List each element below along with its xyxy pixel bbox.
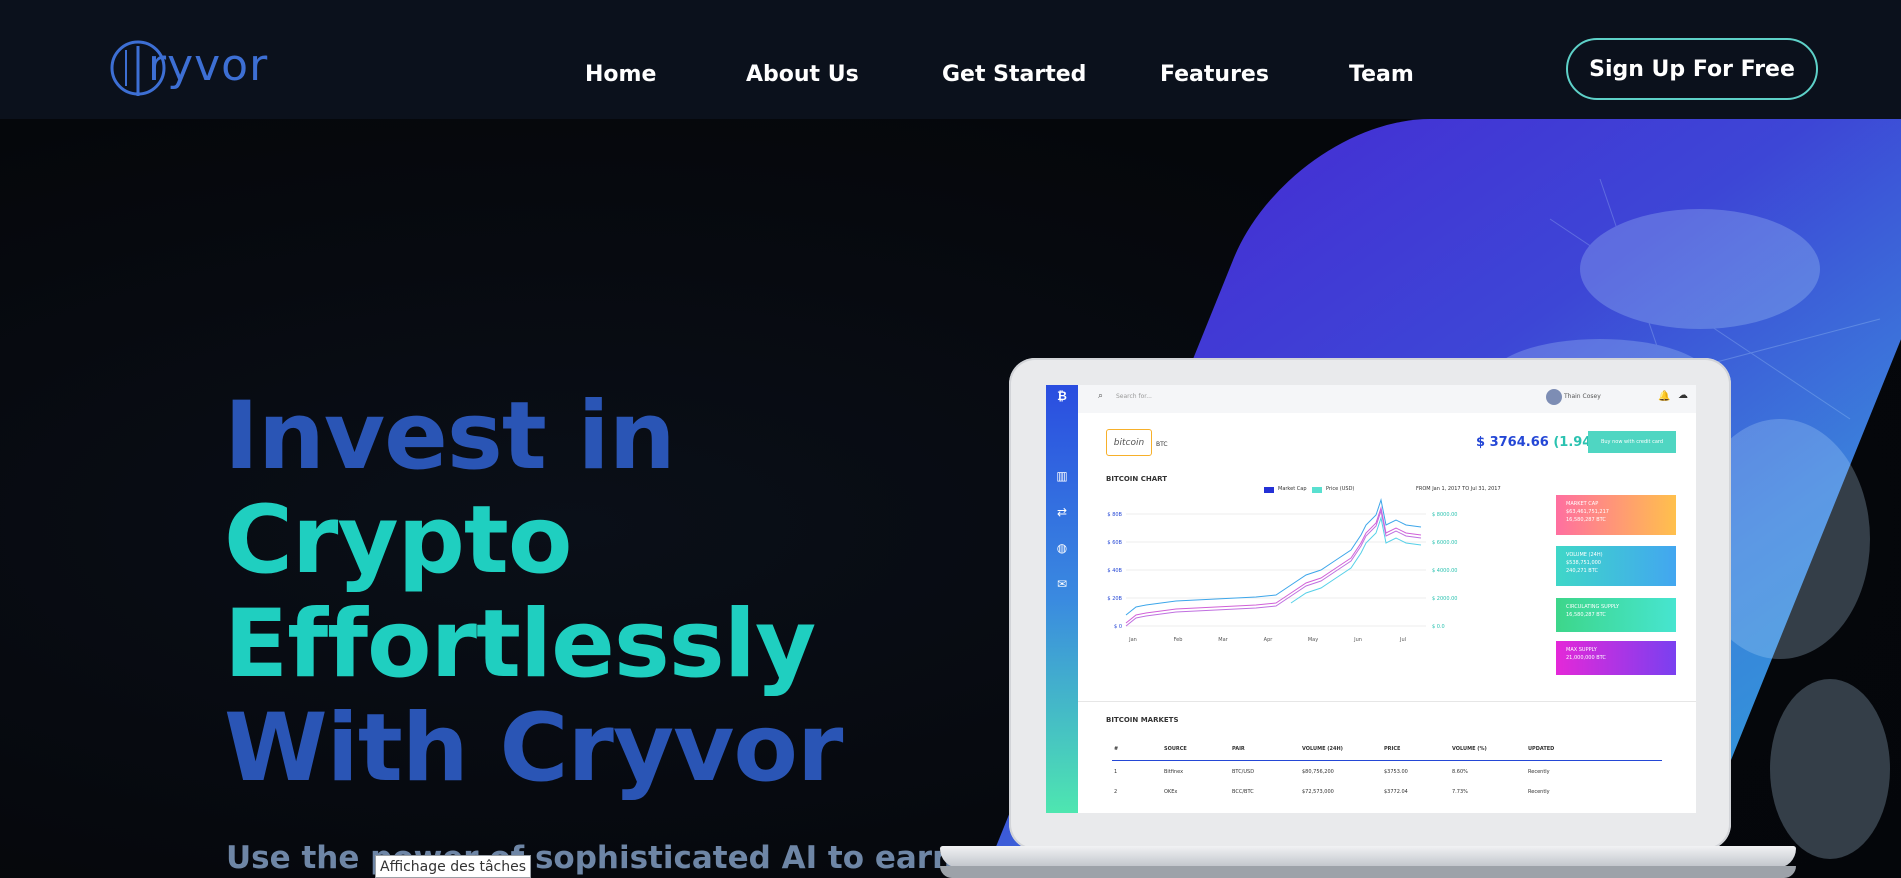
logo-c-icon	[110, 40, 166, 96]
hero-line-3: Effortlessly	[224, 590, 816, 699]
table-header-cell: SOURCE	[1164, 746, 1187, 752]
month-tick-label: Jan	[1128, 637, 1137, 643]
hero-line-1: Invest in	[224, 382, 676, 491]
table-cell: BCC/BTC	[1232, 789, 1254, 795]
sign-up-button[interactable]: Sign Up For Free	[1566, 38, 1818, 100]
markets-title: BITCOIN MARKETS	[1106, 716, 1179, 724]
table-header-cell: #	[1114, 746, 1119, 752]
card-title: CIRCULATING SUPPLY	[1566, 604, 1620, 610]
landing-page: ryvor Home About Us Get Started Features…	[0, 0, 1901, 878]
left-tick-label: $ 80B	[1107, 512, 1122, 518]
table-header-cell: PAIR	[1232, 746, 1245, 752]
table-cell: 1	[1114, 769, 1118, 775]
nav-home[interactable]: Home	[585, 62, 656, 87]
hero-subtitle: Use the power of sophisticated AI to ear…	[226, 840, 955, 876]
card-value-2: 240,271 BTC	[1566, 568, 1598, 574]
month-tick-label: Jun	[1353, 637, 1362, 643]
hero-line-4: With Cryvor	[224, 694, 843, 803]
table-cell: $3772.04	[1384, 789, 1408, 795]
right-tick-label: $ 0.0	[1432, 624, 1445, 630]
table-cell: 2	[1114, 789, 1118, 795]
section-divider	[1078, 701, 1696, 702]
nav-get-started[interactable]: Get Started	[942, 62, 1086, 87]
right-tick-label: $ 8000.00	[1432, 512, 1457, 518]
hero-title: Invest in Crypto Effortlessly With Cryvo…	[224, 382, 843, 803]
table-cell: $3753.00	[1384, 769, 1408, 775]
table-cell: 7.73%	[1452, 789, 1468, 795]
hero-line-2: Crypto	[224, 486, 572, 595]
laptop-base-shadow	[940, 866, 1796, 878]
left-tick-label: $ 20B	[1107, 596, 1122, 602]
month-tick-label: Feb	[1174, 637, 1183, 643]
month-tick-label: Mar	[1218, 637, 1228, 643]
left-tick-label: $ 60B	[1107, 540, 1122, 546]
table-header-rule	[1112, 760, 1662, 761]
month-tick-label: Jul	[1399, 637, 1406, 643]
nav-features[interactable]: Features	[1160, 62, 1269, 87]
market-cap-card: MARKET CAP $63,461,751,217 16,580,287 BT…	[1556, 495, 1676, 535]
table-cell: 8.60%	[1452, 769, 1468, 775]
table-header-cell: PRICE	[1384, 746, 1401, 752]
card-title: VOLUME (24H)	[1566, 552, 1603, 558]
card-value: 21,000,000 BTC	[1566, 655, 1606, 661]
top-navbar: ryvor Home About Us Get Started Features…	[0, 0, 1901, 119]
table-cell: BTC/USD	[1232, 769, 1255, 775]
table-cell: $80,756,200	[1302, 769, 1334, 775]
table-cell: Bitfinex	[1164, 769, 1184, 775]
right-tick-label: $ 6000.00	[1432, 540, 1457, 546]
circulating-supply-card: CIRCULATING SUPPLY 16,580,287 BTC	[1556, 598, 1676, 632]
nav-team[interactable]: Team	[1349, 62, 1414, 87]
card-title: MARKET CAP	[1566, 501, 1599, 507]
table-cell: Recently	[1528, 769, 1550, 775]
max-supply-card: MAX SUPPLY 21,000,000 BTC	[1556, 641, 1676, 675]
table-header-cell: VOLUME (%)	[1452, 746, 1487, 752]
month-tick-label: May	[1308, 637, 1318, 643]
card-title: MAX SUPPLY	[1566, 647, 1597, 653]
card-value: 16,580,287 BTC	[1566, 612, 1606, 618]
brand-logo[interactable]: ryvor	[110, 36, 268, 100]
card-value-2: 16,580,287 BTC	[1566, 517, 1606, 523]
nav-about-us[interactable]: About Us	[746, 62, 859, 87]
left-tick-label: $ 0	[1114, 624, 1122, 630]
card-value: $538,751,000	[1566, 560, 1601, 566]
month-tick-label: Apr	[1264, 637, 1274, 643]
table-cell: OKEx	[1164, 789, 1178, 795]
table-cell: Recently	[1528, 789, 1550, 795]
table-cell: $72,573,000	[1302, 789, 1334, 795]
card-value: $63,461,751,217	[1566, 509, 1609, 515]
table-header-cell: UPDATED	[1528, 746, 1555, 752]
left-tick-label: $ 40B	[1107, 568, 1122, 574]
taskbar-tooltip: Affichage des tâches	[375, 855, 532, 878]
right-tick-label: $ 4000.00	[1432, 568, 1457, 574]
laptop-base	[940, 846, 1796, 868]
table-header-cell: VOLUME (24H)	[1302, 746, 1343, 752]
right-tick-label: $ 2000.00	[1432, 596, 1457, 602]
dashboard-screen: ₿ ▥ ⇄ ◍ ✉ ⌕ Search for... Thain Cosey 🔔 …	[1046, 385, 1696, 813]
volume-card: VOLUME (24H) $538,751,000 240,271 BTC	[1556, 546, 1676, 586]
